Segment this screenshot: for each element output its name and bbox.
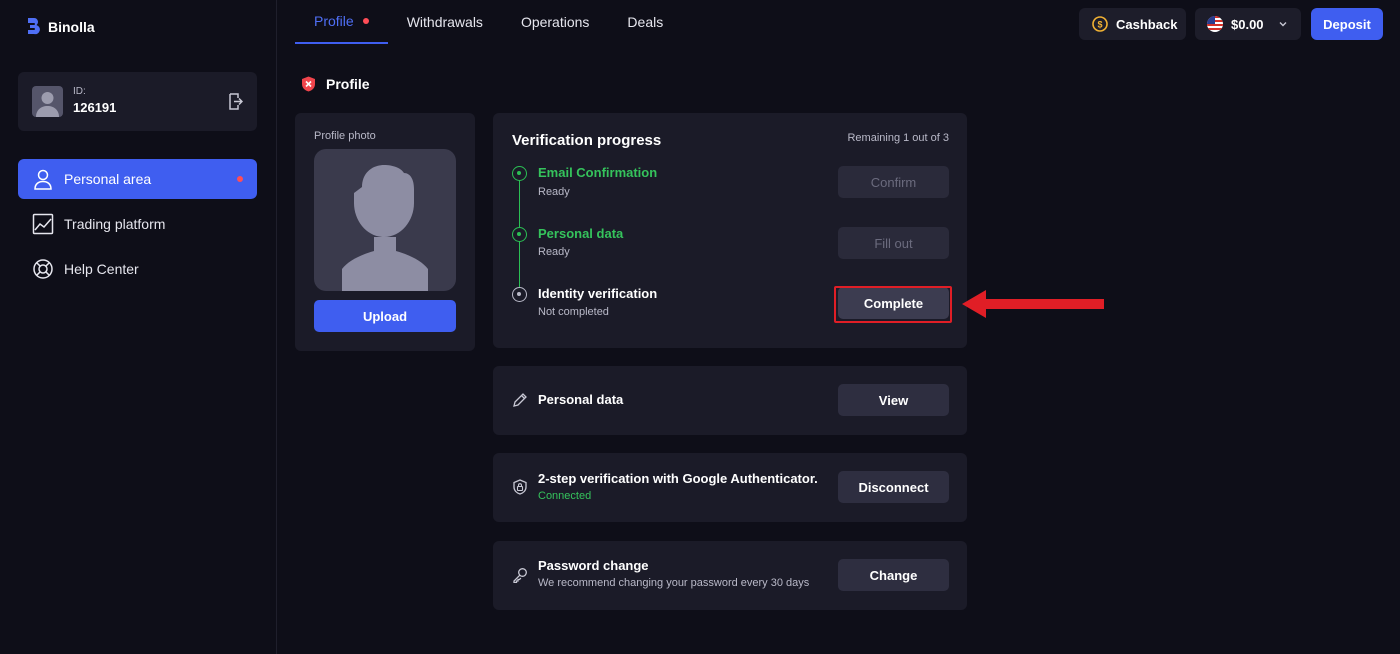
disconnect-button[interactable]: Disconnect: [838, 471, 949, 503]
confirm-button[interactable]: Confirm: [838, 166, 949, 198]
tab-label: Profile: [314, 13, 354, 29]
sidebar-item-label: Help Center: [64, 261, 139, 277]
chart-icon: [32, 213, 54, 235]
balance-value: $0.00: [1231, 16, 1264, 32]
cashback-button[interactable]: $ Cashback: [1079, 8, 1186, 40]
row-title: 2-step verification with Google Authenti…: [538, 471, 818, 486]
sidebar-item-label: Personal area: [64, 171, 152, 187]
sidebar: Binolla ID: 126191 Personal area Trading…: [0, 0, 277, 654]
fill-out-button[interactable]: Fill out: [838, 227, 949, 259]
step-status: Ready: [538, 186, 570, 198]
cashback-label: Cashback: [1116, 16, 1178, 32]
sidebar-item-trading-platform[interactable]: Trading platform: [18, 204, 257, 244]
button-label: Fill out: [874, 235, 913, 251]
svg-text:$: $: [1097, 20, 1102, 30]
verification-remaining: Remaining 1 out of 3: [847, 132, 949, 144]
profile-photo: [314, 149, 456, 291]
shield-alert-icon: [302, 76, 315, 92]
button-label: Disconnect: [858, 479, 929, 495]
brand[interactable]: Binolla: [26, 17, 95, 37]
tab-profile[interactable]: Profile: [295, 0, 388, 44]
avatar: [32, 86, 63, 117]
page-title: Profile: [301, 76, 370, 92]
notification-dot: [362, 18, 369, 24]
sidebar-item-label: Trading platform: [64, 216, 166, 232]
deposit-button[interactable]: Deposit: [1311, 8, 1383, 40]
balance-dropdown[interactable]: $0.00: [1195, 8, 1301, 40]
step-pending-marker: [512, 287, 527, 302]
avatar-placeholder-icon: [342, 165, 428, 291]
user-id-label: ID:: [73, 86, 86, 97]
verification-title: Verification progress: [512, 132, 662, 149]
step-status: Ready: [538, 246, 570, 258]
step-status: Not completed: [538, 306, 609, 318]
personal-data-card: Personal data View: [493, 366, 967, 435]
user-id-value: 126191: [73, 100, 117, 115]
profile-photo-card: Profile photo Upload: [295, 113, 475, 351]
change-password-button[interactable]: Change: [838, 559, 949, 591]
top-tabs: Profile Withdrawals Operations Deals: [295, 0, 682, 44]
upload-label: Upload: [362, 308, 408, 324]
tab-deals[interactable]: Deals: [608, 0, 682, 44]
notification-dot: [237, 176, 243, 182]
lifebuoy-icon: [33, 259, 53, 279]
upload-button[interactable]: Upload: [314, 300, 456, 332]
arrow-left-icon: [962, 290, 1104, 318]
profile-photo-label: Profile photo: [314, 130, 376, 142]
view-button[interactable]: View: [838, 384, 949, 416]
sidebar-item-help-center[interactable]: Help Center: [18, 249, 257, 289]
binolla-logo-icon: [28, 18, 40, 35]
logout-icon[interactable]: [229, 93, 243, 110]
step-name: Personal data: [538, 226, 624, 241]
two-step-card: 2-step verification with Google Authenti…: [493, 453, 967, 522]
tab-label: Operations: [520, 14, 590, 30]
tab-operations[interactable]: Operations: [502, 0, 608, 44]
button-label: Confirm: [870, 174, 917, 190]
step-name: Email Confirmation: [538, 165, 658, 180]
us-flag-icon: [1207, 16, 1223, 32]
brand-name: Binolla: [48, 19, 95, 35]
key-icon: [513, 568, 527, 583]
step-done-marker: [512, 166, 527, 181]
user-card: ID: 126191: [18, 72, 257, 131]
coin-icon: $: [1092, 16, 1108, 32]
row-title: Personal data: [538, 392, 624, 407]
button-label: Change: [869, 567, 918, 583]
password-change-card: Password change We recommend changing yo…: [493, 541, 967, 610]
button-label: View: [878, 392, 909, 408]
sidebar-item-personal-area[interactable]: Personal area: [18, 159, 257, 199]
shield-lock-icon: [513, 479, 527, 495]
tab-withdrawals[interactable]: Withdrawals: [388, 0, 502, 44]
tab-label: Withdrawals: [406, 14, 483, 30]
tab-label: Deals: [627, 14, 664, 30]
highlight-box: [834, 286, 952, 323]
deposit-label: Deposit: [1323, 16, 1371, 32]
page-title-text: Profile: [326, 76, 370, 92]
user-icon: [34, 169, 52, 190]
chevron-down-icon: [1279, 22, 1287, 27]
step-name: Identity verification: [538, 286, 658, 301]
row-subtitle: We recommend changing your password ever…: [538, 577, 810, 589]
row-title: Password change: [538, 558, 649, 573]
step-done-marker: [512, 227, 527, 242]
connection-status: Connected: [538, 490, 592, 502]
pencil-icon: [513, 393, 527, 407]
